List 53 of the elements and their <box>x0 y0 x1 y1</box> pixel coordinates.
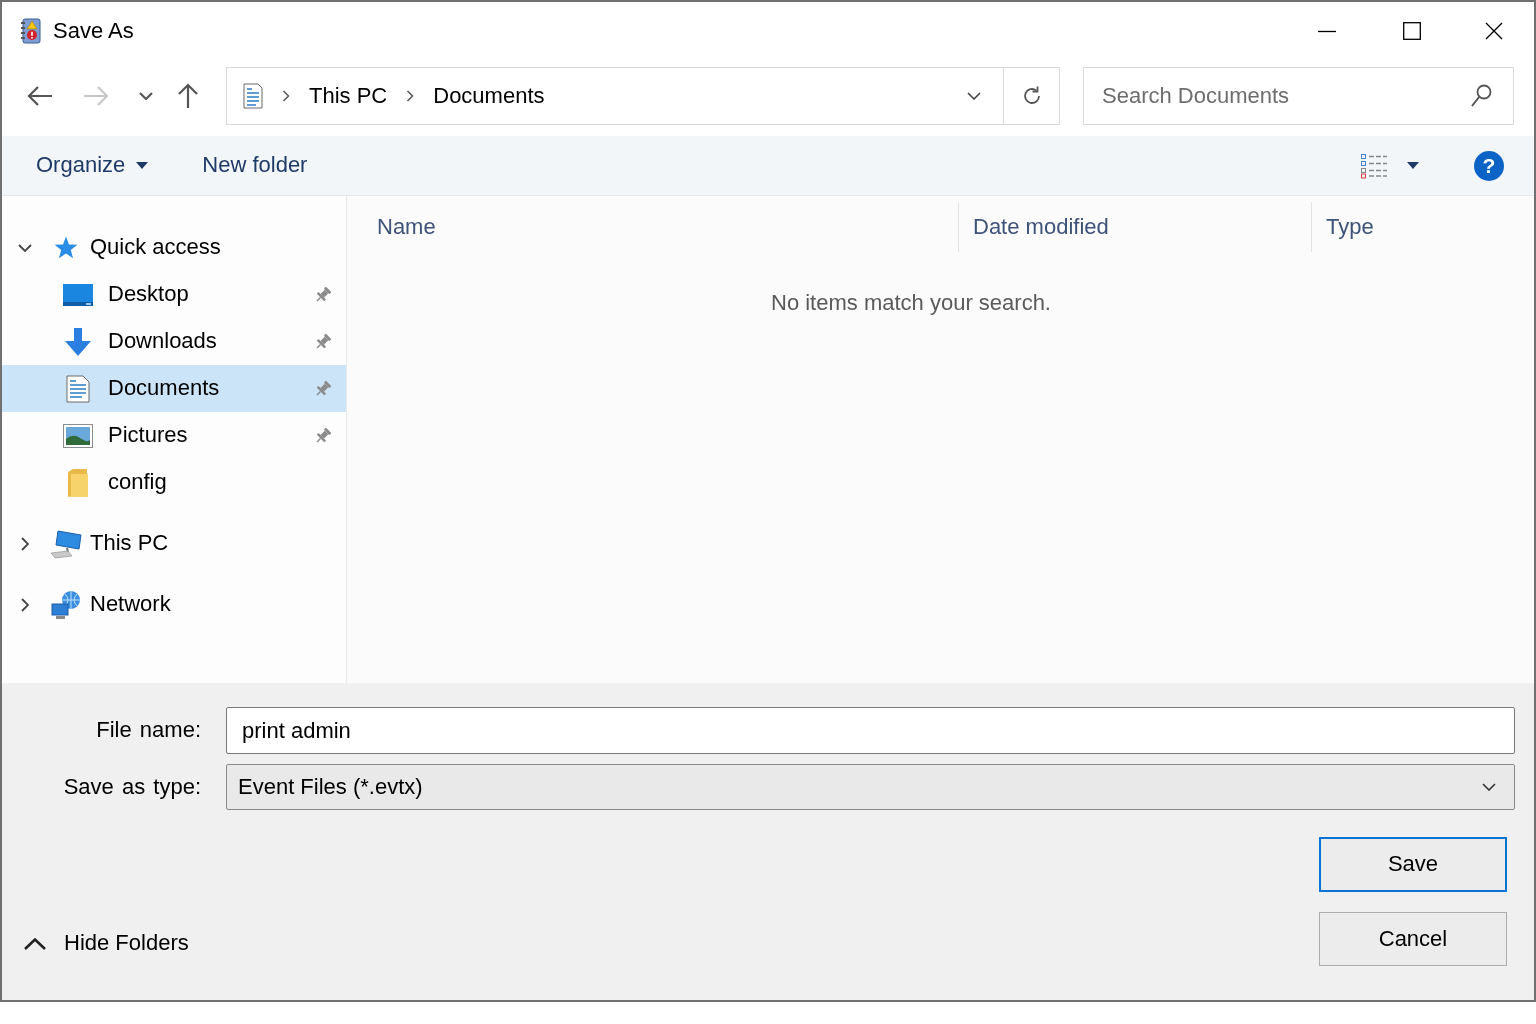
file-name-field[interactable]: print admin <box>226 707 1515 754</box>
caret-down-icon[interactable] <box>1407 162 1419 169</box>
empty-message: No items match your search. <box>771 290 1051 315</box>
chevron-right-icon <box>282 90 290 102</box>
window-title: Save As <box>53 16 134 45</box>
document-icon <box>66 374 90 403</box>
document-icon <box>243 83 263 109</box>
field-label: Save as type: <box>62 772 201 801</box>
arrow-up-icon[interactable] <box>177 83 199 109</box>
chevron-down-icon[interactable] <box>139 92 153 100</box>
address-bar[interactable]: This PC Documents <box>226 67 1060 125</box>
chevron-right-icon[interactable] <box>21 536 29 551</box>
folder-icon <box>67 467 89 498</box>
download-arrow-icon <box>63 326 93 357</box>
dialog-button[interactable]: Save <box>1319 837 1507 892</box>
hide-folders-button[interactable]: Hide Folders <box>24 929 189 958</box>
field-label: File name: <box>95 716 201 745</box>
search-icon[interactable] <box>1470 84 1492 108</box>
search-field[interactable]: Search Documents <box>1083 67 1514 125</box>
tree-item[interactable]: This PC <box>2 520 346 567</box>
arrow-left-icon[interactable] <box>27 85 53 107</box>
dialog-button[interactable]: Cancel <box>1319 912 1507 966</box>
chevron-up-icon <box>24 937 46 950</box>
network-icon <box>50 589 82 620</box>
caret-down-icon <box>136 162 149 169</box>
file-type-dropdown[interactable]: Event Files (*.evtx) <box>226 764 1515 810</box>
tree-item[interactable]: config <box>2 459 346 506</box>
breadcrumb[interactable]: This PC <box>309 81 388 111</box>
new-folder-button[interactable]: New folder <box>202 151 308 180</box>
tree-item[interactable]: Documents <box>2 365 346 412</box>
chevron-right-icon[interactable] <box>21 597 29 612</box>
tree-item[interactable]: Desktop <box>2 271 346 318</box>
computer-icon <box>50 528 82 559</box>
column-header[interactable]: Type <box>1311 202 1534 252</box>
chevron-down-icon[interactable] <box>18 243 32 252</box>
tree-item[interactable]: Network <box>2 581 346 628</box>
chevron-down-icon <box>1482 783 1496 791</box>
breadcrumb[interactable]: Documents <box>433 81 545 111</box>
column-header[interactable]: Date modified <box>958 202 1311 252</box>
tree-item[interactable]: Quick access <box>2 224 346 271</box>
tree-item[interactable]: Pictures <box>2 412 346 459</box>
organize-button[interactable]: Organize <box>36 151 149 180</box>
chevron-right-icon <box>406 90 415 102</box>
column-header[interactable]: Name <box>347 202 958 252</box>
picture-icon <box>63 423 93 448</box>
help-button[interactable]: ? <box>1474 150 1504 181</box>
chevron-down-icon[interactable] <box>967 92 981 100</box>
maximize-icon[interactable] <box>1402 22 1421 40</box>
details-view-icon[interactable] <box>1360 152 1388 179</box>
tree-item[interactable]: Downloads <box>2 318 346 365</box>
log-book-icon <box>20 18 42 44</box>
close-icon[interactable] <box>1485 22 1503 40</box>
desktop-icon <box>63 283 93 306</box>
